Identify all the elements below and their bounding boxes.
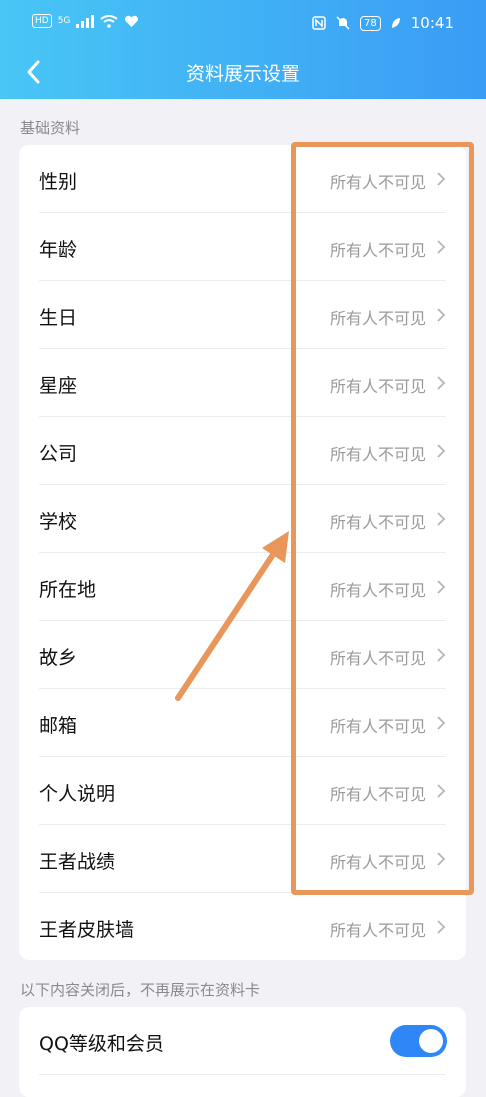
divider [39, 1074, 446, 1075]
row-label: 王者皮肤墙 [39, 919, 135, 941]
row-label: 王者战绩 [39, 851, 116, 873]
setting-row-constellation[interactable]: 星座 所有人不可见 [19, 349, 466, 417]
row-label: 故乡 [39, 647, 78, 669]
chevron-right-icon [437, 920, 446, 934]
chevron-right-icon [437, 240, 446, 254]
chevron-right-icon [437, 308, 446, 322]
toggle-knob [419, 1029, 443, 1053]
battery-icon: 78 [360, 15, 381, 31]
setting-row-location[interactable]: 所在地 所有人不可见 [19, 553, 466, 621]
row-label: 公司 [39, 443, 78, 465]
hd-badge: HD [32, 14, 52, 28]
row-value: 所有人不可见 [329, 513, 426, 532]
setting-row-school[interactable]: 学校 所有人不可见 [19, 485, 466, 553]
qq-level-toggle[interactable] [390, 1025, 447, 1057]
network-type: 5G [57, 16, 71, 26]
row-value: 所有人不可见 [329, 853, 426, 872]
signal-icon [76, 14, 95, 28]
chevron-right-icon [437, 648, 446, 662]
row-value: 所有人不可见 [329, 581, 426, 600]
row-label: 生日 [39, 307, 78, 329]
row-label: 星座 [39, 375, 78, 397]
row-label: QQ等级和会员 [39, 1033, 164, 1055]
setting-row-hometown[interactable]: 故乡 所有人不可见 [19, 621, 466, 689]
status-bar: HD 5G 78 10:41 [0, 0, 486, 46]
chevron-right-icon [437, 444, 446, 458]
clock: 10:41 [410, 14, 454, 32]
row-label: 年龄 [39, 239, 78, 261]
row-value: 所有人不可见 [329, 717, 426, 736]
row-value: 所有人不可见 [329, 377, 426, 396]
row-value: 所有人不可见 [329, 241, 426, 260]
chevron-right-icon [437, 580, 446, 594]
setting-row-bio[interactable]: 个人说明 所有人不可见 [19, 757, 466, 825]
row-label: 学校 [39, 511, 78, 533]
row-label: 性别 [39, 171, 78, 193]
card-display-card: QQ等级和会员 [19, 1007, 466, 1097]
basic-info-card: 性别 所有人不可见 年龄 所有人不可见 生日 所有人不可见 星座 所有人不可见 … [19, 145, 466, 960]
setting-row-game-record[interactable]: 王者战绩 所有人不可见 [19, 825, 466, 893]
section-label-card: 以下内容关闭后，不再展示在资料卡 [20, 981, 261, 999]
row-value: 所有人不可见 [329, 785, 426, 804]
setting-row-birthday[interactable]: 生日 所有人不可见 [19, 281, 466, 349]
setting-row-skin-wall[interactable]: 王者皮肤墙 所有人不可见 [19, 893, 466, 961]
row-label: 所在地 [39, 579, 97, 601]
row-value: 所有人不可见 [329, 173, 426, 192]
row-value: 所有人不可见 [329, 309, 426, 328]
setting-row-age[interactable]: 年龄 所有人不可见 [19, 213, 466, 281]
app-header: HD 5G 78 10:41 资料展示设置 [0, 0, 486, 99]
chevron-right-icon [437, 172, 446, 186]
row-value: 所有人不可见 [329, 445, 426, 464]
setting-row-gender[interactable]: 性别 所有人不可见 [19, 145, 466, 213]
setting-row-company[interactable]: 公司 所有人不可见 [19, 417, 466, 485]
nav-bar: 资料展示设置 [0, 46, 486, 99]
chevron-right-icon [437, 852, 446, 866]
row-value: 所有人不可见 [329, 921, 426, 940]
setting-row-qq-level: QQ等级和会员 [19, 1007, 466, 1075]
row-value: 所有人不可见 [329, 649, 426, 668]
wifi-icon [100, 14, 119, 28]
section-label-basic: 基础资料 [20, 119, 81, 137]
leaf-icon [391, 18, 400, 28]
setting-row-email[interactable]: 邮箱 所有人不可见 [19, 689, 466, 757]
page-title: 资料展示设置 [185, 63, 300, 85]
chevron-right-icon [437, 512, 446, 526]
chevron-right-icon [437, 784, 446, 798]
chevron-right-icon [437, 376, 446, 390]
heart-icon [125, 15, 139, 27]
nfc-icon [312, 16, 326, 30]
row-label: 个人说明 [39, 783, 116, 805]
row-label: 邮箱 [39, 715, 78, 737]
chevron-right-icon [437, 716, 446, 730]
mute-bell-icon [336, 16, 350, 30]
